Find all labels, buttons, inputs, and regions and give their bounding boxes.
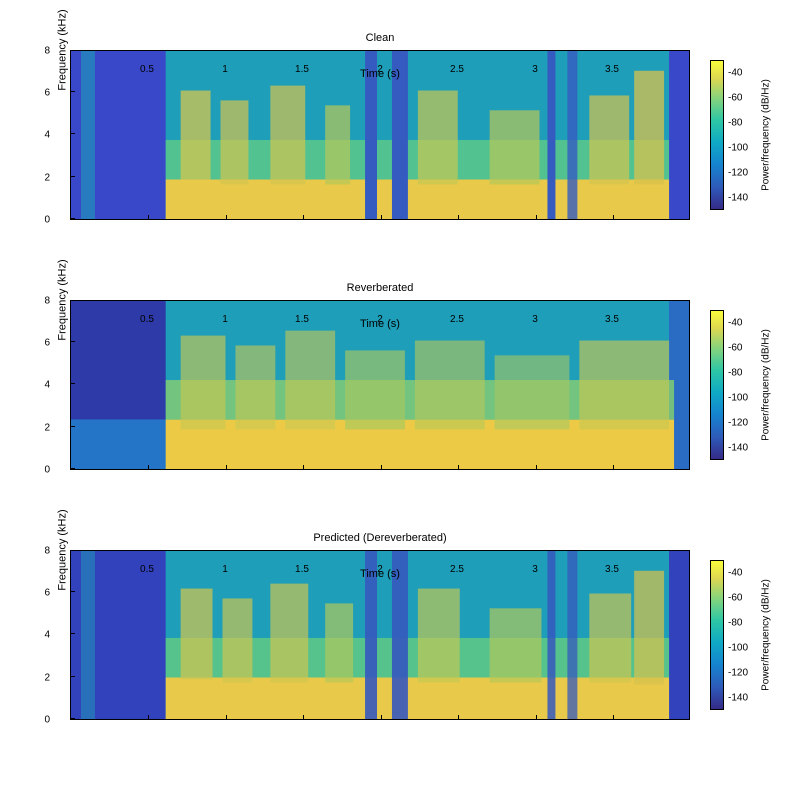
y-axis-label: Frequency (kHz) (57, 9, 69, 90)
x-axis-label: Time (s) (70, 318, 690, 330)
colorbar (710, 310, 724, 460)
x-axis-label: Time (s) (70, 68, 690, 80)
x-axis-label: Time (s) (70, 568, 690, 580)
colorbar (710, 60, 724, 210)
colorbar (710, 560, 724, 710)
y-axis-label: Frequency (kHz) (57, 509, 69, 590)
chart-title: Predicted (Dereverberated) (70, 532, 690, 544)
colorbar-label: Power/frequency (dB/Hz) (760, 329, 771, 441)
chart-title: Reverberated (70, 282, 690, 294)
colorbar-label: Power/frequency (dB/Hz) (760, 79, 771, 191)
y-axis-label: Frequency (kHz) (57, 259, 69, 340)
colorbar-label: Power/frequency (dB/Hz) (760, 579, 771, 691)
chart-title: Clean (70, 32, 690, 44)
